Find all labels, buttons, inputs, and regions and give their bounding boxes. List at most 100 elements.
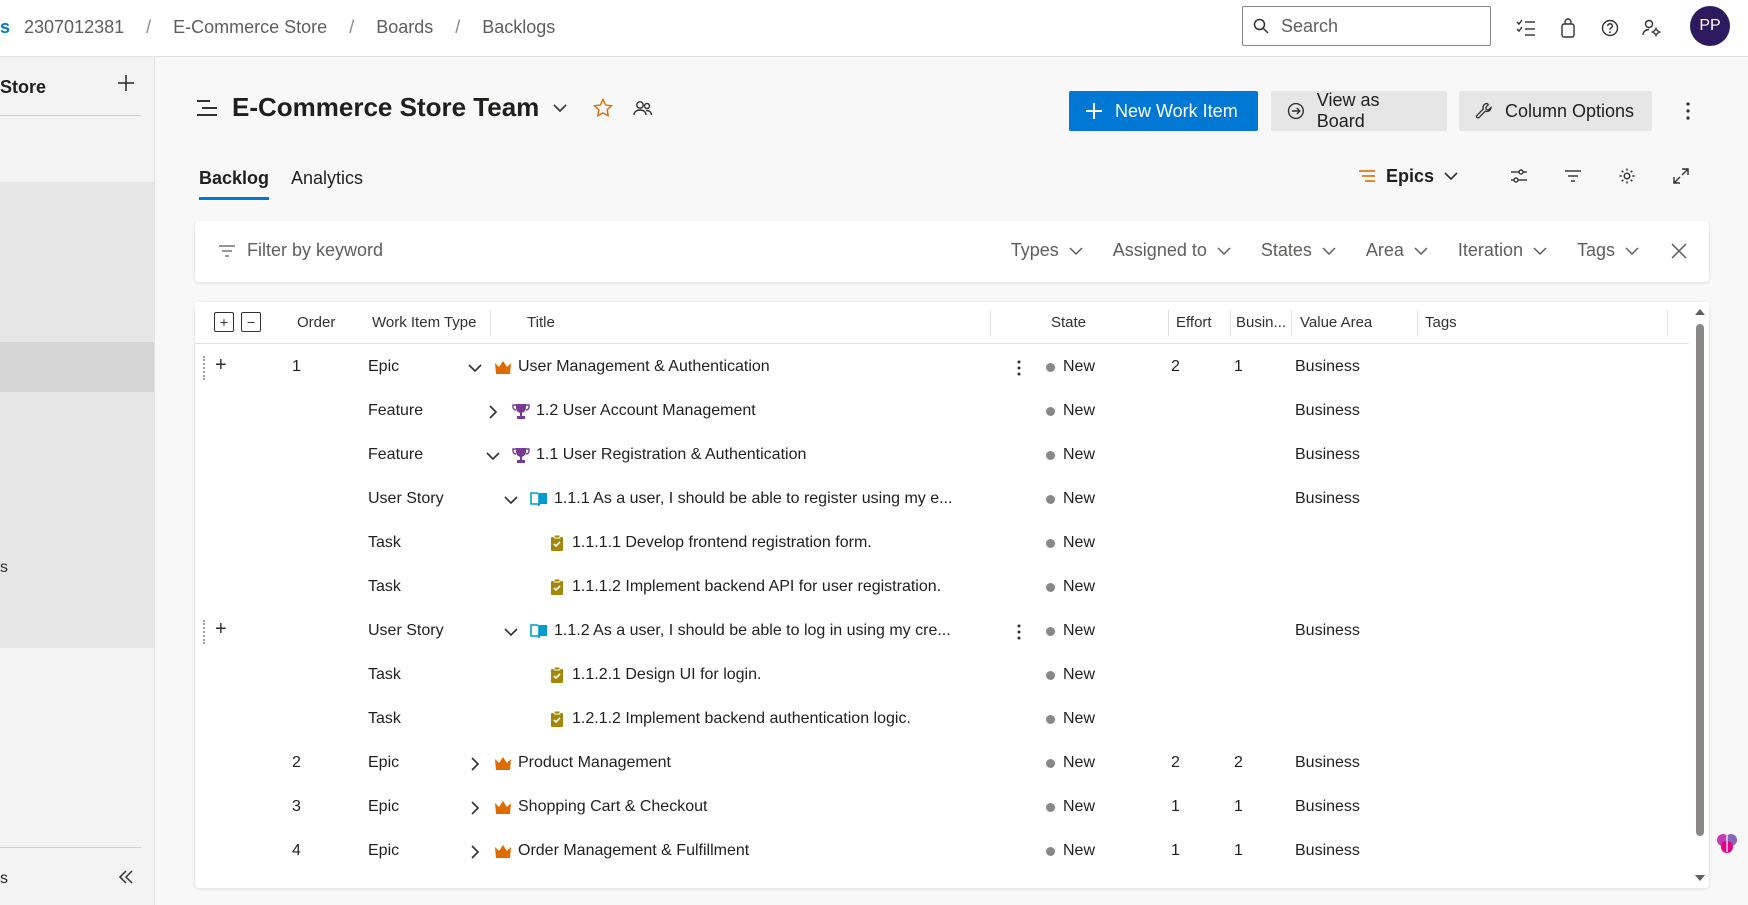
- view-as-board-button[interactable]: View as Board: [1271, 90, 1447, 131]
- chevron-down-icon[interactable]: [484, 447, 502, 465]
- state-dot-icon: [1046, 450, 1055, 460]
- scrollbar-thumb[interactable]: [1696, 324, 1704, 836]
- collapse-sidebar-icon[interactable]: [116, 867, 136, 887]
- drag-handle[interactable]: [203, 356, 206, 380]
- column-header-value-area[interactable]: Value Area: [1300, 314, 1372, 331]
- keyword-filter[interactable]: Filter by keyword: [219, 240, 383, 261]
- search-box[interactable]: Search: [1242, 6, 1491, 46]
- column-options-button[interactable]: Column Options: [1459, 91, 1652, 131]
- chevron-down-icon[interactable]: [502, 491, 520, 509]
- work-item-title-link[interactable]: 1.1.1.2 Implement backend API for user r…: [572, 578, 941, 596]
- column-header-title[interactable]: Title: [527, 314, 555, 331]
- filter-states[interactable]: States: [1261, 240, 1336, 261]
- add-icon[interactable]: [114, 71, 138, 95]
- table-row[interactable]: +1 Epic User Management & Authentication Ne…: [195, 346, 1689, 390]
- search-input[interactable]: Search: [1281, 16, 1338, 37]
- scroll-down-icon[interactable]: [1694, 874, 1706, 882]
- filter-assigned-to[interactable]: Assigned to: [1113, 240, 1231, 261]
- column-header-work-item-type[interactable]: Work Item Type: [372, 314, 476, 331]
- table-row[interactable]: Task 1.2.1.2 Implement backend authentica…: [195, 698, 1689, 742]
- filter-tags[interactable]: Tags: [1577, 240, 1639, 261]
- new-work-item-button[interactable]: New Work Item: [1069, 91, 1258, 131]
- order-cell: 4: [292, 842, 301, 859]
- shopping-bag-icon[interactable]: [1554, 14, 1582, 42]
- keyword-filter-input[interactable]: Filter by keyword: [247, 240, 383, 261]
- work-item-title-link[interactable]: 1.1.2 As a user, I should be able to log…: [554, 622, 951, 640]
- drag-handle[interactable]: [203, 620, 206, 644]
- work-item-title-link[interactable]: 1.1.1 As a user, I should be able to reg…: [554, 490, 952, 508]
- settings-gear-icon[interactable]: [1614, 163, 1640, 189]
- tab-backlog[interactable]: Backlog: [199, 168, 270, 200]
- add-child-button[interactable]: +: [215, 354, 227, 377]
- table-row[interactable]: Feature 1.2 User Account Management New Bus…: [195, 390, 1689, 434]
- filter-area[interactable]: Area: [1366, 240, 1428, 261]
- chevron-down-icon[interactable]: [466, 359, 484, 377]
- ai-assistant-icon[interactable]: [1714, 830, 1740, 856]
- sidebar-item-label[interactable]: s: [0, 559, 8, 577]
- table-row[interactable]: Feature 1.1 User Registration & Authentic…: [195, 434, 1689, 478]
- work-item-title-link[interactable]: 1.2.1.2 Implement backend authentication…: [572, 710, 911, 728]
- avatar[interactable]: PP: [1690, 6, 1730, 46]
- work-item-title-link[interactable]: Shopping Cart & Checkout: [518, 798, 707, 816]
- chevron-right-icon[interactable]: [466, 755, 484, 773]
- fullscreen-expand-icon[interactable]: [1668, 163, 1694, 189]
- filter-iteration[interactable]: Iteration: [1458, 240, 1547, 261]
- work-item-title-link[interactable]: Product Management: [518, 754, 671, 772]
- user-settings-icon[interactable]: [1638, 14, 1666, 42]
- table-row[interactable]: User Story 1.1.1 As a user, I should be a…: [195, 478, 1689, 522]
- filter-icon[interactable]: [1560, 163, 1586, 189]
- state-label: New: [1063, 622, 1096, 639]
- close-filter-icon[interactable]: [1669, 241, 1689, 261]
- sidebar-item-project-settings[interactable]: s: [0, 870, 8, 888]
- table-row[interactable]: 2 Epic Product Management New 2 2 Business: [195, 742, 1689, 786]
- more-actions-icon[interactable]: [1015, 358, 1023, 378]
- team-dropdown-chevron-icon[interactable]: [553, 103, 567, 113]
- favorite-star-icon[interactable]: [593, 97, 614, 118]
- table-row[interactable]: 3 Epic Shopping Cart & Checkout New 1 1 Busine…: [195, 786, 1689, 830]
- chevron-right-icon[interactable]: [466, 799, 484, 817]
- breadcrumb-org[interactable]: s: [0, 17, 10, 38]
- table-row[interactable]: Task 1.1.2.1 Design UI for login. New: [195, 654, 1689, 698]
- chevron-right-icon[interactable]: [484, 403, 502, 421]
- table-row[interactable]: 4 Epic Order Management & Fulfillment New 1 1…: [195, 830, 1689, 874]
- vertical-scrollbar[interactable]: [1691, 302, 1709, 888]
- table-row[interactable]: Task 1.1.1.1 Develop frontend registratio…: [195, 522, 1689, 566]
- more-actions-icon[interactable]: [1015, 622, 1023, 642]
- column-header-state[interactable]: State: [1051, 314, 1086, 331]
- work-item-title-link[interactable]: 1.1 User Registration & Authentication: [536, 446, 806, 464]
- chevron-right-icon[interactable]: [466, 843, 484, 861]
- breadcrumb-project-id[interactable]: 2307012381: [24, 17, 124, 38]
- work-item-title-link[interactable]: Order Management & Fulfillment: [518, 842, 749, 860]
- breadcrumb-project[interactable]: E-Commerce Store: [173, 17, 327, 38]
- sidebar-item-backlogs[interactable]: [0, 342, 154, 392]
- backlog-menu-icon[interactable]: [196, 98, 218, 118]
- more-actions-icon[interactable]: [1678, 98, 1698, 124]
- chevron-down-icon[interactable]: [502, 623, 520, 641]
- view-options-icon[interactable]: [1506, 163, 1532, 189]
- table-row[interactable]: + User Story 1.1.2 As a user, I should be …: [195, 610, 1689, 654]
- breadcrumb-boards[interactable]: Boards: [376, 17, 433, 38]
- work-items-list-icon[interactable]: [1512, 14, 1540, 42]
- breadcrumb-backlogs[interactable]: Backlogs: [482, 17, 555, 38]
- sidebar-project-title[interactable]: Store: [0, 77, 46, 98]
- team-members-icon[interactable]: [633, 99, 653, 117]
- column-header-order[interactable]: Order: [297, 314, 335, 331]
- backlog-level-icon: [1359, 170, 1375, 182]
- expand-all-button[interactable]: +: [214, 312, 234, 332]
- state-cell: New: [1046, 446, 1095, 464]
- help-icon[interactable]: [1596, 14, 1624, 42]
- work-item-title-link[interactable]: User Management & Authentication: [518, 358, 770, 376]
- collapse-all-button[interactable]: −: [241, 312, 261, 332]
- filter-types[interactable]: Types: [1011, 240, 1083, 261]
- work-item-title-link[interactable]: 1.2 User Account Management: [536, 402, 756, 420]
- work-item-title-link[interactable]: 1.1.2.1 Design UI for login.: [572, 666, 761, 684]
- work-item-title-link[interactable]: 1.1.1.1 Develop frontend registration fo…: [572, 534, 872, 552]
- scroll-up-icon[interactable]: [1694, 308, 1706, 316]
- column-header-effort[interactable]: Effort: [1176, 314, 1212, 331]
- table-row[interactable]: Task 1.1.1.2 Implement backend API for us…: [195, 566, 1689, 610]
- add-child-button[interactable]: +: [215, 618, 227, 641]
- backlog-level-selector[interactable]: Epics: [1358, 166, 1458, 187]
- column-header-business-value[interactable]: Busin...: [1236, 314, 1286, 331]
- column-header-tags[interactable]: Tags: [1425, 314, 1457, 331]
- tab-analytics[interactable]: Analytics: [291, 168, 363, 200]
